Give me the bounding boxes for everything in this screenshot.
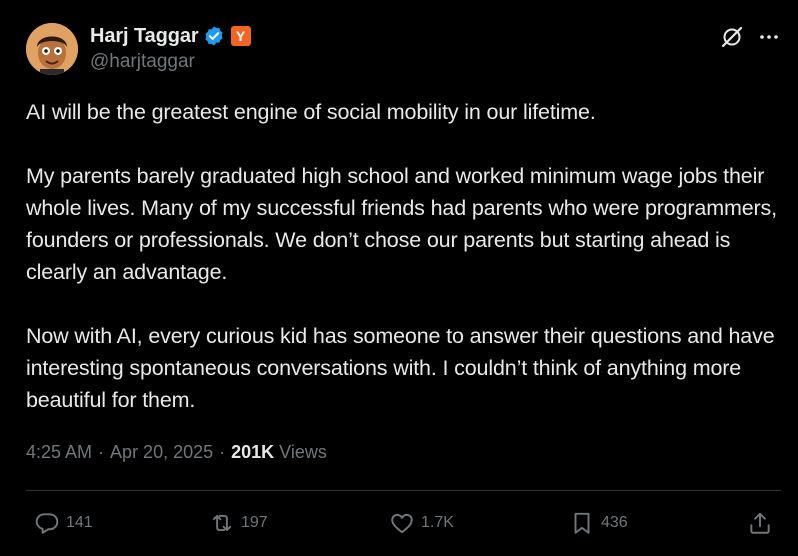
meta-separator: · <box>219 442 226 462</box>
repost-icon <box>212 514 232 532</box>
author-name-row: Harj Taggar Y <box>90 24 251 48</box>
views-count: 201K <box>231 442 275 462</box>
author-display-name[interactable]: Harj Taggar <box>90 25 199 48</box>
bookmark-button[interactable]: 436 <box>569 508 628 538</box>
tweet-text: AI will be the greatest engine of social… <box>26 96 782 416</box>
tweet-paragraph: My parents barely graduated high school … <box>26 164 777 284</box>
like-icon <box>391 513 413 534</box>
repost-button[interactable]: 197 <box>209 508 268 538</box>
like-count: 1.7K <box>421 514 454 531</box>
tweet-date[interactable]: Apr 20, 2025 <box>110 442 213 463</box>
tweet-card: Harj Taggar Y @harjtaggar AI will be the… <box>0 0 798 556</box>
verified-badge-icon[interactable] <box>203 25 225 47</box>
tweet-paragraph: AI will be the greatest engine of social… <box>26 100 596 124</box>
reply-icon <box>35 513 59 534</box>
share-button[interactable] <box>747 508 773 538</box>
share-icon <box>750 512 770 534</box>
meta-separator: · <box>98 442 105 462</box>
more-options-icon[interactable] <box>756 24 782 50</box>
tweet-meta: 4:25 AM · Apr 20, 2025 · 201K Views <box>26 442 327 463</box>
divider <box>26 490 781 491</box>
grok-icon[interactable] <box>719 24 745 50</box>
like-button[interactable]: 1.7K <box>389 508 454 538</box>
avatar[interactable] <box>26 23 78 75</box>
action-bar: 141 197 1.7K 436 <box>0 508 798 538</box>
reply-count: 141 <box>66 514 93 531</box>
views-label: Views <box>279 442 327 462</box>
reply-button[interactable]: 141 <box>34 508 93 538</box>
repost-count: 197 <box>241 514 268 531</box>
bookmark-count: 436 <box>601 514 628 531</box>
tweet-paragraph: Now with AI, every curious kid has someo… <box>26 324 775 412</box>
author-handle[interactable]: @harjtaggar <box>90 51 195 73</box>
tweet-time[interactable]: 4:25 AM <box>26 442 92 463</box>
affiliate-badge-icon[interactable]: Y <box>230 26 251 46</box>
bookmark-icon <box>574 512 590 534</box>
